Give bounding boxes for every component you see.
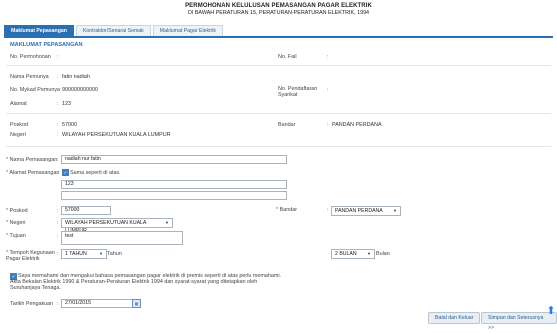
chevron-down-icon: ▼ <box>99 251 103 256</box>
tempoh-label: * Tempoh Kegunaan Pagar Elektrik <box>6 250 55 262</box>
tab-maklumat-pagar-elektrik[interactable]: Maklumat Pagar Elektrik <box>152 25 223 36</box>
alamat-pemasangan-label: * Alamat Pemasangan <box>6 170 60 176</box>
separator: : <box>57 208 59 214</box>
bandar-form-label: * Bandar <box>276 207 297 213</box>
declaration-line3: Suruhanjaya Tenaga. <box>10 285 61 291</box>
tujuan-textarea[interactable]: test <box>61 231 183 245</box>
no-pendaftaran-label: No. Pendaftaran Syarikat <box>278 86 318 98</box>
calendar-icon[interactable]: ▦ <box>132 299 141 308</box>
negeri-label: Negeri <box>10 132 26 138</box>
chevron-down-icon: ▼ <box>367 251 371 256</box>
alamat-line1-input[interactable]: 123 <box>61 180 287 189</box>
divider <box>6 113 551 114</box>
no-permohonan-label: No. Permohonan <box>10 54 51 60</box>
separator: : <box>57 220 59 226</box>
sama-seperti-checkbox[interactable]: ✓ <box>62 169 69 176</box>
section-title: MAKLUMAT PEPASANGAN <box>10 42 83 48</box>
form-title: PERMOHONAN KELULUSAN PEMASANGAN PAGAR EL… <box>185 3 372 9</box>
sama-seperti-label: Sama seperti di atas. <box>70 170 121 176</box>
separator: : <box>57 301 59 307</box>
separator: : <box>327 207 329 213</box>
no-mykad-label: No. Mykad Pemunya <box>10 87 61 93</box>
divider <box>6 65 551 66</box>
divider <box>6 146 551 147</box>
no-mykad-value: 900000000000 <box>62 87 98 93</box>
chevron-down-icon: ▼ <box>165 220 169 225</box>
alamat-line2-input[interactable] <box>61 191 287 200</box>
poskod-form-label: * Poskod <box>6 208 28 214</box>
tab-bar: Maklumat Pepasangan Kontraktor/Senarai S… <box>4 25 225 36</box>
negeri-select[interactable]: WILAYAH PERSEKUTUAN KUALA LUMPUR▼ <box>61 218 173 234</box>
tarikh-label: Tarikh Pengakuan <box>10 301 54 307</box>
bulan-select[interactable]: 2 BULAN ▼ <box>331 249 375 259</box>
tahun-label: Tahun <box>107 251 122 257</box>
tahun-select[interactable]: 1 TAHUN ▼ <box>61 249 107 259</box>
separator: : <box>57 132 59 138</box>
negeri-value: WILAYAH PERSEKUTUAN KUALA LUMPUR <box>62 132 171 138</box>
bandar-select-value: PANDAN PERDANA <box>335 208 383 214</box>
bulan-label: Bulan <box>376 251 390 257</box>
alamat-label: Alamat <box>10 101 27 107</box>
bandar-select[interactable]: PANDAN PERDANA ▼ <box>331 206 401 216</box>
separator: : <box>57 157 59 163</box>
separator: : <box>57 233 59 239</box>
tarikh-input[interactable]: 27/01/2015 <box>61 299 133 308</box>
bandar-label: Bandar <box>278 122 296 128</box>
scroll-to-top-icon[interactable]: ⬆ <box>546 306 556 317</box>
tab-kontraktor-senarai-semak[interactable]: Kontraktor/Senarai Semak <box>75 25 151 36</box>
separator: : <box>57 170 59 176</box>
form-subtitle: DI BAWAH PERATURAN 15, PERATURAN-PERATUR… <box>187 10 370 16</box>
nama-pemunya-value: fatin nadiah <box>62 74 90 80</box>
alamat-value: 123 <box>62 101 71 107</box>
chevron-down-icon: ▼ <box>393 208 397 213</box>
bulan-select-value: 2 BULAN <box>335 251 357 257</box>
nama-pemasangan-label: * Nama Pemasangan <box>6 157 58 163</box>
nama-pemunya-label: Nama Pemunya <box>10 74 49 80</box>
separator: : <box>57 101 59 107</box>
negeri-form-label: * Negeri <box>6 220 26 226</box>
separator: : <box>57 74 59 80</box>
tab-maklumat-pepasangan[interactable]: Maklumat Pepasangan <box>4 25 74 36</box>
tujuan-label: * Tujuan <box>6 233 26 239</box>
batal-keluar-button[interactable]: Batal dan Keluar <box>428 312 481 324</box>
separator: : <box>327 87 329 93</box>
poskod-input[interactable]: 57000 <box>61 206 111 215</box>
bandar-value: PANDAN PERDANA <box>332 122 382 128</box>
poskod-value: 57000 <box>62 122 77 128</box>
nama-pemasangan-input[interactable]: nadiah nur fatin <box>61 155 287 164</box>
separator: : <box>327 54 329 60</box>
separator: : <box>57 54 59 60</box>
separator: : <box>327 122 329 128</box>
no-fail-label: No. Fail <box>278 54 297 60</box>
separator: : <box>57 122 59 128</box>
tab-underline <box>4 36 553 38</box>
tahun-select-value: 1 TAHUN <box>65 251 87 257</box>
poskod-label: Poskod <box>10 122 28 128</box>
separator: : <box>57 87 59 93</box>
separator: : <box>57 251 59 257</box>
